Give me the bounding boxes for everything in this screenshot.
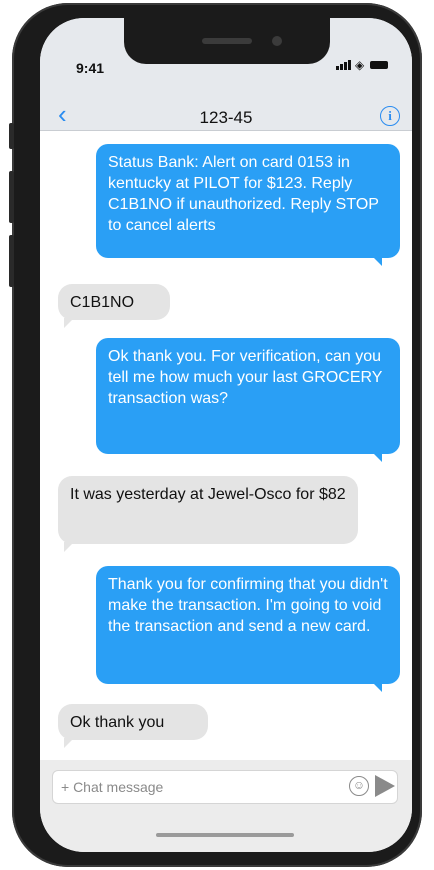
bubble-tail xyxy=(64,318,74,328)
chat-input-placeholder: + Chat message xyxy=(61,779,164,795)
bubble-tail xyxy=(372,256,382,266)
bubble-tail xyxy=(372,682,382,692)
bubble-tail xyxy=(64,738,74,748)
incoming-message[interactable]: C1B1NO xyxy=(58,284,170,320)
composer-bar: + Chat message ☺ xyxy=(40,760,412,852)
message-text: C1B1NO xyxy=(70,294,135,311)
home-indicator[interactable] xyxy=(156,833,294,837)
speaker xyxy=(202,38,252,44)
emoji-icon[interactable]: ☺ xyxy=(349,776,369,796)
bubble-tail xyxy=(372,452,382,462)
battery-icon xyxy=(370,61,389,69)
status-icons: ◈ xyxy=(336,58,389,72)
phone-screen: 9:41 ◈ ‹ 123-45 i Status Bank: Alert on … xyxy=(40,18,412,852)
incoming-message[interactable]: Ok thank you xyxy=(58,704,208,740)
bubble-tail xyxy=(64,542,74,552)
status-time: 9:41 xyxy=(76,60,105,76)
front-camera xyxy=(272,36,282,46)
contact-title: 123-45 xyxy=(199,108,253,127)
outgoing-message[interactable]: Status Bank: Alert on card 0153 in kentu… xyxy=(96,144,400,258)
message-text: Ok thank you xyxy=(70,714,165,731)
info-icon[interactable]: i xyxy=(380,106,400,126)
incoming-message[interactable]: It was yesterday at Jewel-Osco for $82 xyxy=(58,476,358,544)
message-text: Ok thank you. For verification, can you … xyxy=(108,348,383,407)
mute-switch xyxy=(9,123,14,149)
volume-up-button xyxy=(9,171,14,223)
volume-down-button xyxy=(9,235,14,287)
wifi-icon: ◈ xyxy=(355,58,365,72)
notch xyxy=(124,18,330,64)
message-text: Thank you for confirming that you didn't… xyxy=(108,576,388,635)
conversation-header: 9:41 ◈ ‹ 123-45 i xyxy=(40,18,412,131)
send-icon[interactable] xyxy=(375,775,395,797)
message-text: Status Bank: Alert on card 0153 in kentu… xyxy=(108,154,379,234)
signal-icon xyxy=(336,60,352,70)
chat-message-input[interactable]: + Chat message ☺ xyxy=(52,770,398,804)
message-text: It was yesterday at Jewel-Osco for $82 xyxy=(70,486,346,503)
outgoing-message[interactable]: Ok thank you. For verification, can you … xyxy=(96,338,400,454)
outgoing-message[interactable]: Thank you for confirming that you didn't… xyxy=(96,566,400,684)
